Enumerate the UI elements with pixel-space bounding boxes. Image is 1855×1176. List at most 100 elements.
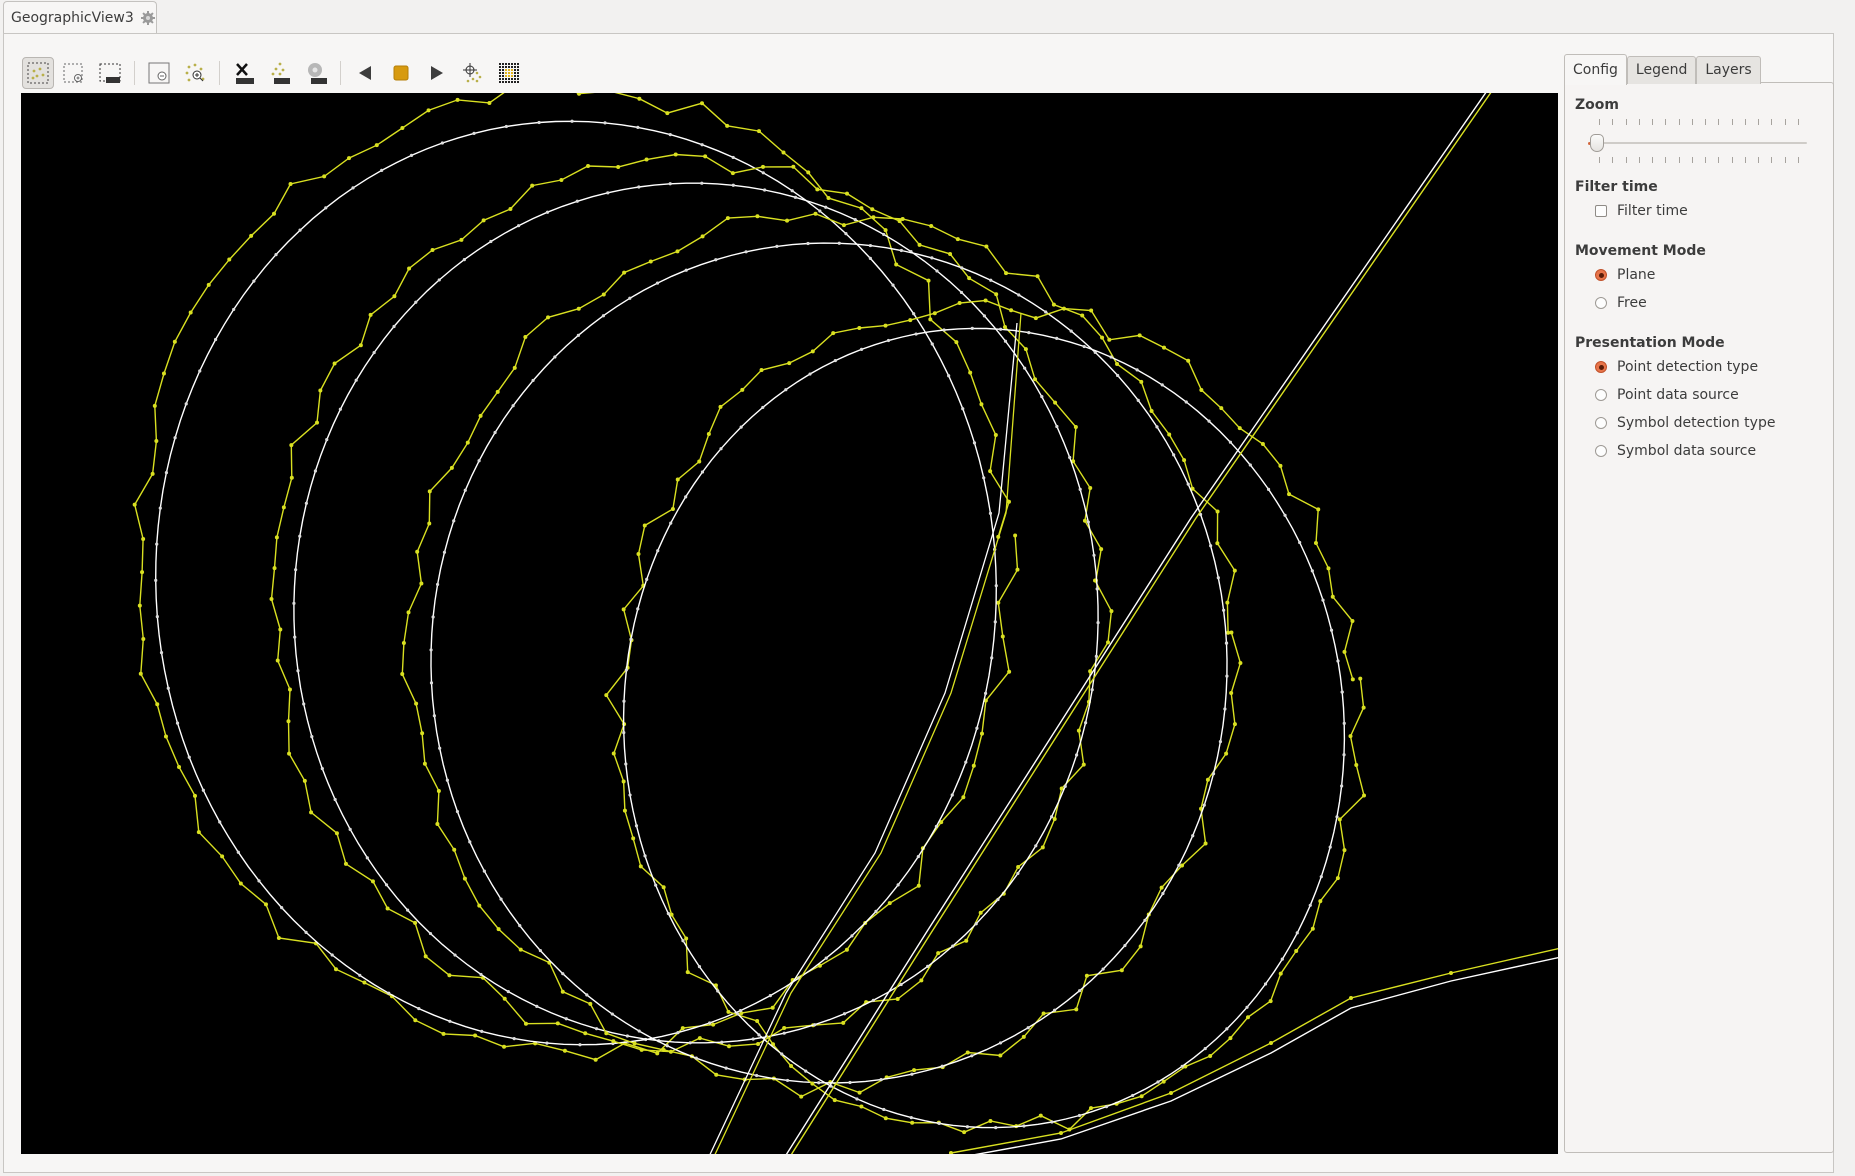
slider-tick [1625,157,1627,163]
zoom-out-button[interactable] [143,57,175,89]
play-icon [431,66,443,80]
track-reference-tail [974,956,1558,1154]
radio-label: Symbol detection type [1617,415,1776,431]
map-canvas[interactable] [21,93,1558,1154]
toolbar-separator [340,61,341,85]
slider-tick [1718,119,1720,125]
zoom-slider[interactable] [1587,119,1807,165]
checkbox-icon[interactable] [1595,205,1607,217]
stop-icon [393,65,409,81]
points-label-icon [271,62,290,84]
filter-time-label: Filter time [1617,203,1688,219]
settings-label-button[interactable] [300,57,332,89]
config-panel: Zoom Filter time Filter time Movement Mo… [1564,82,1834,1153]
zoom-points-icon [185,63,205,82]
slider-tick [1599,157,1600,163]
radio-symbol-detection-type[interactable]: Symbol detection type [1595,415,1775,431]
grid-icon [499,63,519,83]
radio-icon[interactable] [1595,445,1607,457]
slider-tick [1652,119,1654,125]
radio-point-detection-type[interactable]: Point detection type [1595,359,1758,375]
center-points-button[interactable] [457,57,489,89]
track-reference [293,182,1099,1044]
play-button[interactable] [421,57,453,89]
step-back-button[interactable] [349,57,381,89]
tab-geographic-view[interactable]: GeographicView3 [3,1,157,33]
slider-tick [1771,119,1773,125]
slider-tick [1731,119,1733,125]
slider-tick [1784,157,1786,163]
radio-label: Point data source [1617,387,1739,403]
slider-tick [1638,157,1640,163]
track-reference [430,242,1228,1084]
track-reference-points [154,119,998,1047]
toolbar-separator [219,61,220,85]
slider-ticks-bottom [1599,157,1799,163]
zoom-out-rect-icon [148,62,170,84]
zoom-rectangle-button[interactable] [58,57,90,89]
tab-layers[interactable]: Layers [1696,56,1761,84]
clear-labels-button[interactable] [228,57,260,89]
crosshair-points-icon [463,63,482,83]
label-rectangle-button[interactable] [94,57,126,89]
slider-tick [1784,119,1786,125]
gear-icon[interactable] [140,10,156,26]
slider-tick [1665,119,1667,125]
radio-free[interactable]: Free [1595,295,1647,311]
slider-tick [1744,119,1746,125]
track-reference-points [292,181,1100,1045]
tab-title: GeographicView3 [11,9,134,26]
toolbar [22,55,529,91]
slider-tick [1599,119,1600,125]
track-reference-line [785,93,1487,1154]
slider-tick [1744,157,1746,163]
selection-points-icon [27,62,49,84]
gear-label-icon [308,63,327,84]
slider-tick [1665,157,1667,163]
slider-tick [1691,157,1693,163]
stop-button[interactable] [385,57,417,89]
track-reference-points [622,326,1346,1130]
radio-icon[interactable] [1595,297,1607,309]
track-yellow [133,93,1019,1061]
radio-icon[interactable] [1595,417,1607,429]
slider-tick [1718,157,1720,163]
map-tracks [132,93,1558,1154]
selection-zoom-icon [63,63,83,83]
track-yellow-points [604,298,1367,1135]
points-label-button[interactable] [264,57,296,89]
slider-tick [1771,157,1773,163]
slider-tick [1678,157,1680,163]
slider-tick [1638,119,1640,125]
zoom-title: Zoom [1575,97,1619,113]
slider-tick [1731,157,1733,163]
track-yellow-points [269,152,1114,1054]
slider-tick [1612,157,1614,163]
slider-tick [1797,119,1799,125]
tab-config[interactable]: Config [1564,54,1627,85]
filter-time-title: Filter time [1575,179,1658,195]
zoom-points-button[interactable] [179,57,211,89]
slider-ticks-top [1599,119,1799,125]
radio-symbol-data-source[interactable]: Symbol data source [1595,443,1756,459]
radio-icon[interactable] [1595,389,1607,401]
slider-handle[interactable] [1590,134,1604,152]
tab-legend[interactable]: Legend [1626,56,1697,84]
select-rectangle-button[interactable] [22,57,54,89]
slider-tick [1652,157,1654,163]
slider-tick [1758,157,1760,163]
filter-time-checkbox[interactable]: Filter time [1595,203,1688,219]
grid-button[interactable] [493,57,525,89]
radio-label: Free [1617,295,1647,311]
slider-tick [1797,157,1799,163]
radio-icon[interactable] [1595,361,1607,373]
radio-point-data-source[interactable]: Point data source [1595,387,1739,403]
radio-label: Symbol data source [1617,443,1757,459]
slider-tick [1678,119,1680,125]
slider-tick [1705,157,1707,163]
presentation-mode-title: Presentation Mode [1575,335,1725,351]
radio-plane[interactable]: Plane [1595,267,1655,283]
slider-tick [1691,119,1693,125]
track-yellow [605,299,1365,1133]
radio-icon[interactable] [1595,269,1607,281]
